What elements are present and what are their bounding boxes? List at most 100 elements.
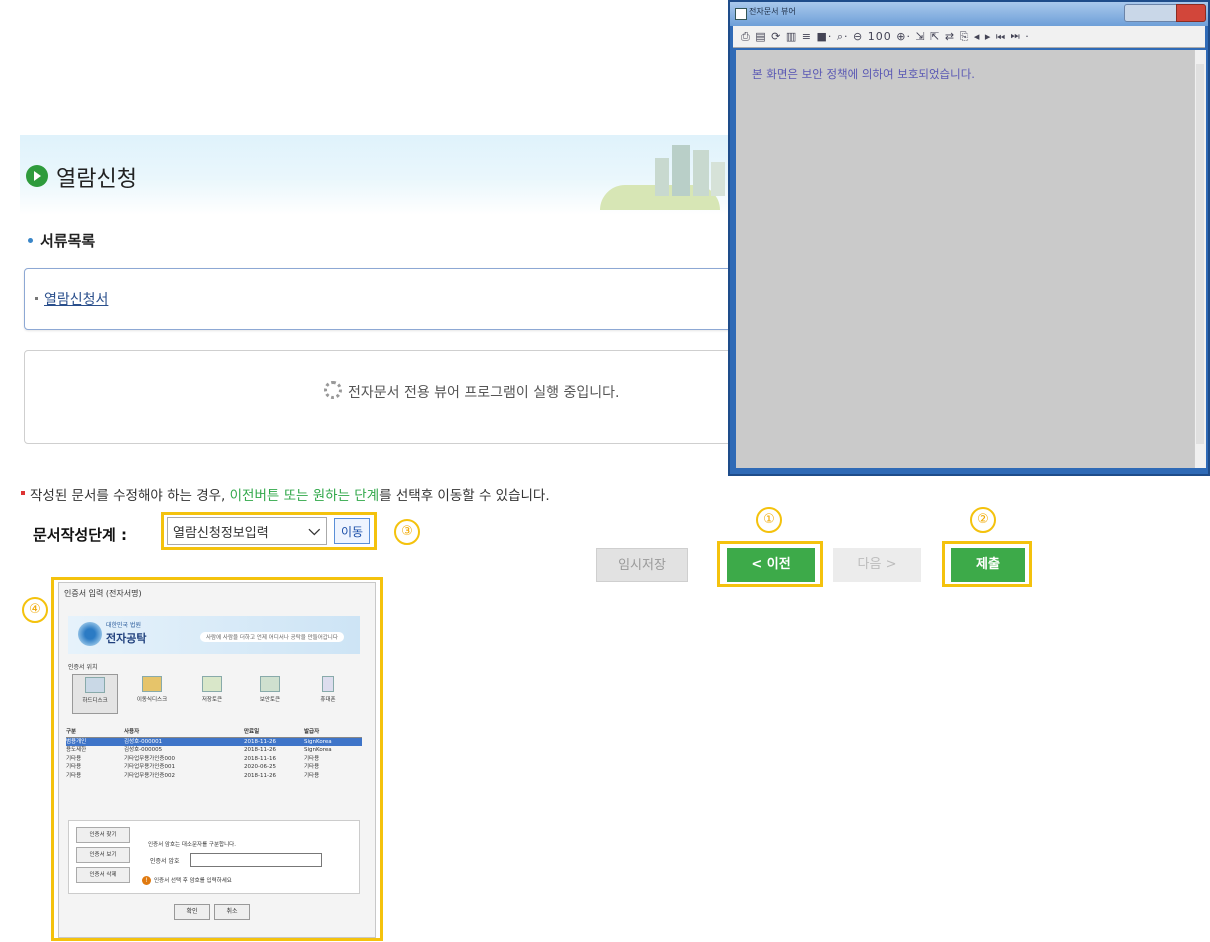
location-label: 저장토큰 (201, 697, 223, 703)
location-label: 하드디스크 (82, 698, 108, 704)
table-row[interactable]: 범용개인 김성호-000001 2018-11-26 SignKorea (66, 737, 362, 746)
next-button[interactable]: 다음 > (833, 548, 921, 582)
step-label: 문서작성단계 : (33, 526, 128, 544)
table-row[interactable]: 기타용 기타업무용가인증000 2018-11-16 기타용 (66, 755, 362, 764)
table-row[interactable]: 기타용 기타업무용가인증002 2018-11-26 기타용 (66, 772, 362, 781)
table-row[interactable]: 용도제한 김성호-000005 2018-11-26 SignKorea (66, 746, 362, 755)
cert-dialog-title: 인증서 입력 (전자서명) (64, 589, 142, 598)
viewer-status-message: 전자문서 전용 뷰어 프로그램이 실행 중입니다. (348, 385, 620, 401)
harddisk-icon (85, 677, 105, 693)
banner-building (711, 162, 725, 196)
submit-button[interactable]: 제출 (951, 548, 1025, 582)
cell: 기타용 (66, 764, 82, 770)
marker-1: ① (756, 507, 782, 533)
banner-building (693, 150, 709, 196)
cell: SignKorea (304, 747, 332, 753)
title-arrow-icon (26, 165, 48, 187)
cell: 기타업무용가인증001 (124, 764, 175, 770)
delete-cert-button[interactable]: 인증서 삭제 (76, 867, 130, 883)
banner-building (672, 145, 690, 196)
header-cell: 만료일 (244, 729, 260, 735)
ok-button[interactable]: 확인 (174, 904, 210, 920)
location-label: 이동식디스크 (136, 697, 168, 703)
temp-save-button[interactable]: 임시저장 (596, 548, 688, 582)
header-cell: 구분 (66, 729, 77, 735)
storage-token-icon (202, 676, 222, 692)
cell: 김성호-000005 (124, 747, 163, 753)
viewer-protected-message: 본 화면은 보안 정책에 의하여 보호되었습니다. (752, 67, 975, 81)
header-cell: 사용자 (124, 729, 140, 735)
close-icon[interactable] (1176, 4, 1206, 22)
document-list-box (24, 268, 736, 330)
warning-icon: ! (142, 876, 151, 885)
location-label: 보안토큰 (259, 697, 281, 703)
notice-highlight: 이전버튼 또는 원하는 단계 (229, 488, 380, 504)
cell: 용도제한 (66, 747, 87, 753)
password-field[interactable] (190, 853, 322, 867)
security-token-icon (260, 676, 280, 692)
viewer-toolbar[interactable]: ⎙ ▤ ⟳ ▥ ≡ ■· ⌕· ⊖ 100 ⊕· ⇲ ⇱ ⇄ ⎘ ◂ ▸ ⏮ ⏭… (733, 26, 1205, 48)
cell: 2020-06-25 (244, 764, 276, 770)
cancel-button[interactable]: 취소 (214, 904, 250, 920)
chevron-down-icon: ⌵ (308, 521, 320, 539)
password-hint: 인증서 암호는 대소문자를 구분합니다. (148, 842, 236, 848)
bullet-icon (28, 238, 33, 243)
prev-button[interactable]: < 이전 (727, 548, 815, 582)
cell: 기타용 (66, 772, 82, 779)
cell: 김성호-000001 (124, 738, 163, 745)
cell: 기타용 (66, 755, 82, 762)
password-label: 인증서 암호 (150, 858, 180, 865)
go-button[interactable]: 이동 (334, 518, 370, 544)
window-icon (735, 8, 747, 20)
cell: SignKorea (304, 738, 332, 745)
find-cert-button[interactable]: 인증서 찾기 (76, 827, 130, 843)
marker-3: ③ (394, 519, 420, 545)
removable-disk-icon (142, 676, 162, 692)
bullet-icon (35, 297, 38, 300)
loading-spinner-icon (324, 381, 342, 399)
page-title: 열람신청 (56, 167, 137, 192)
banner-building (655, 158, 669, 196)
cell: 기타용 (304, 764, 320, 770)
notice-post: 를 선택후 이동할 수 있습니다. (379, 488, 550, 504)
notice-text: 작성된 문서를 수정해야 하는 경우, 이전버튼 또는 원하는 단계를 선택후 … (30, 484, 550, 504)
marker-4: ④ (22, 597, 48, 623)
step-select[interactable]: 열람신청정보입력 ⌵ (167, 517, 327, 545)
document-link[interactable]: 열람신청서 (44, 289, 108, 309)
location-harddisk[interactable]: 하드디스크 (72, 674, 118, 714)
location-phone[interactable]: 휴대폰 (306, 674, 350, 712)
table-row[interactable]: 기타용 기타업무용가인증001 2020-06-25 기타용 (66, 763, 362, 772)
cell: 2018-11-26 (244, 772, 276, 779)
cert-location-label: 인증서 위치 (68, 664, 98, 671)
cell: 기타용 (304, 755, 320, 762)
court-logo-icon (78, 622, 102, 646)
viewer-window-title: 전자문서 뷰어 (749, 7, 796, 16)
warning-text: 인증서 선택 후 암호를 입력하세요 (154, 878, 232, 884)
cert-tagline: 사람에 사람을 더하고 언제 어디서나 공탁을 만들어갑니다 (200, 632, 344, 642)
notice-pre: 작성된 문서를 수정해야 하는 경우, (30, 488, 230, 504)
cell: 2018-11-26 (244, 747, 276, 753)
cert-brand-small: 대한민국 법원 (106, 622, 142, 629)
section-title: 서류목록 (40, 232, 96, 250)
viewer-content (736, 50, 1194, 468)
cell: 기타업무용가인증000 (124, 755, 175, 762)
location-label: 휴대폰 (320, 697, 336, 703)
marker-2: ② (970, 507, 996, 533)
cell: 범용개인 (66, 738, 87, 745)
cell: 기타용 (304, 772, 320, 779)
cert-brand: 전자공탁 (106, 632, 147, 645)
location-storage-token[interactable]: 저장토큰 (190, 674, 234, 712)
location-removable[interactable]: 이동식디스크 (130, 674, 174, 712)
cell: 기타업무용가인증002 (124, 772, 175, 779)
cell: 2018-11-16 (244, 755, 276, 762)
viewer-scrollbar[interactable] (1194, 50, 1206, 468)
step-select-value: 열람신청정보입력 (173, 526, 269, 541)
cert-table: 구분 사용자 만료일 발급자 범용개인 김성호-000001 2018-11-2… (66, 728, 362, 780)
phone-icon (322, 676, 334, 692)
cell: 2018-11-26 (244, 738, 276, 745)
view-cert-button[interactable]: 인증서 보기 (76, 847, 130, 863)
cert-table-header: 구분 사용자 만료일 발급자 (66, 728, 362, 738)
header-cell: 발급자 (304, 729, 320, 735)
notice-bullet-icon (21, 491, 25, 495)
location-security-token[interactable]: 보안토큰 (248, 674, 292, 712)
